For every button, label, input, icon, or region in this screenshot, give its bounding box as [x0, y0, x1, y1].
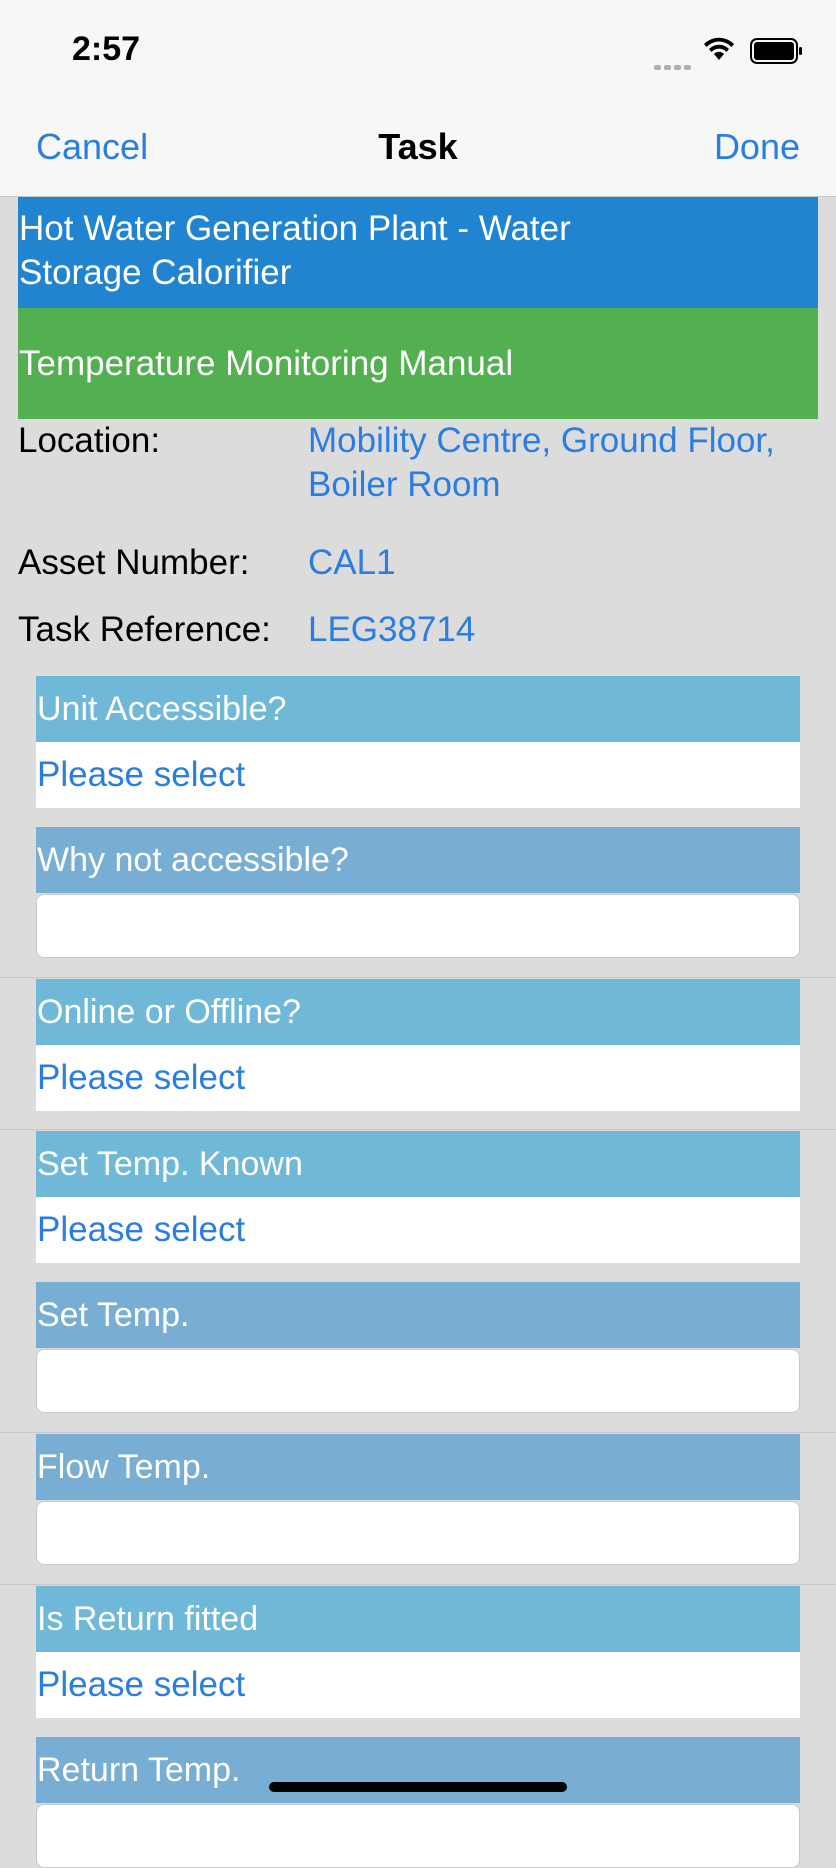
question-header-unit-accessible: Unit Accessible? [36, 676, 800, 742]
status-time: 2:57 [72, 30, 141, 68]
question-header-why-not-accessible: Why not accessible? [36, 827, 800, 893]
return-fitted-select[interactable]: Please select [36, 1652, 800, 1718]
cellular-signal-icon [654, 57, 694, 75]
home-indicator[interactable] [269, 1782, 567, 1792]
why-not-accessible-field[interactable] [36, 894, 800, 958]
question-header-return-temp: Return Temp. [36, 1737, 800, 1803]
section-divider [0, 977, 836, 978]
task-reference-value: LEG38714 [308, 610, 476, 649]
location-label: Location: [18, 421, 161, 460]
online-offline-select[interactable]: Please select [36, 1045, 800, 1111]
asset-number-label: Asset Number: [18, 543, 250, 582]
battery-icon [750, 38, 804, 69]
page-title: Task [378, 126, 458, 167]
asset-number-value: CAL1 [308, 543, 396, 582]
question-header-set-temp: Set Temp. [36, 1282, 800, 1348]
return-temp-field[interactable] [36, 1804, 800, 1868]
asset-title-banner: Hot Water Generation Plant - Water Stora… [18, 197, 818, 308]
question-header-set-temp-known: Set Temp. Known [36, 1131, 800, 1197]
question-header-flow-temp: Flow Temp. [36, 1434, 800, 1500]
navigation-bar: Cancel Task Done [0, 100, 836, 197]
section-divider [0, 1432, 836, 1433]
question-header-online-offline: Online or Offline? [36, 979, 800, 1045]
task-reference-label: Task Reference: [18, 610, 271, 649]
done-button[interactable]: Done [714, 126, 800, 168]
section-divider [0, 1129, 836, 1130]
task-type-banner: Temperature Monitoring Manual [18, 308, 818, 419]
task-type: Temperature Monitoring Manual [19, 343, 514, 383]
asset-title: Hot Water Generation Plant - Water Stora… [19, 209, 571, 292]
unit-accessible-select[interactable]: Please select [36, 742, 800, 808]
flow-temp-field[interactable] [36, 1501, 800, 1565]
wifi-icon [702, 36, 736, 67]
status-bar: 2:57 [0, 0, 836, 100]
section-divider [0, 1584, 836, 1585]
set-temp-known-select[interactable]: Please select [36, 1197, 800, 1263]
location-value: Mobility Centre, Ground Floor, Boiler Ro… [308, 421, 775, 504]
set-temp-field[interactable] [36, 1349, 800, 1413]
question-header-return-fitted: Is Return fitted [36, 1586, 800, 1652]
